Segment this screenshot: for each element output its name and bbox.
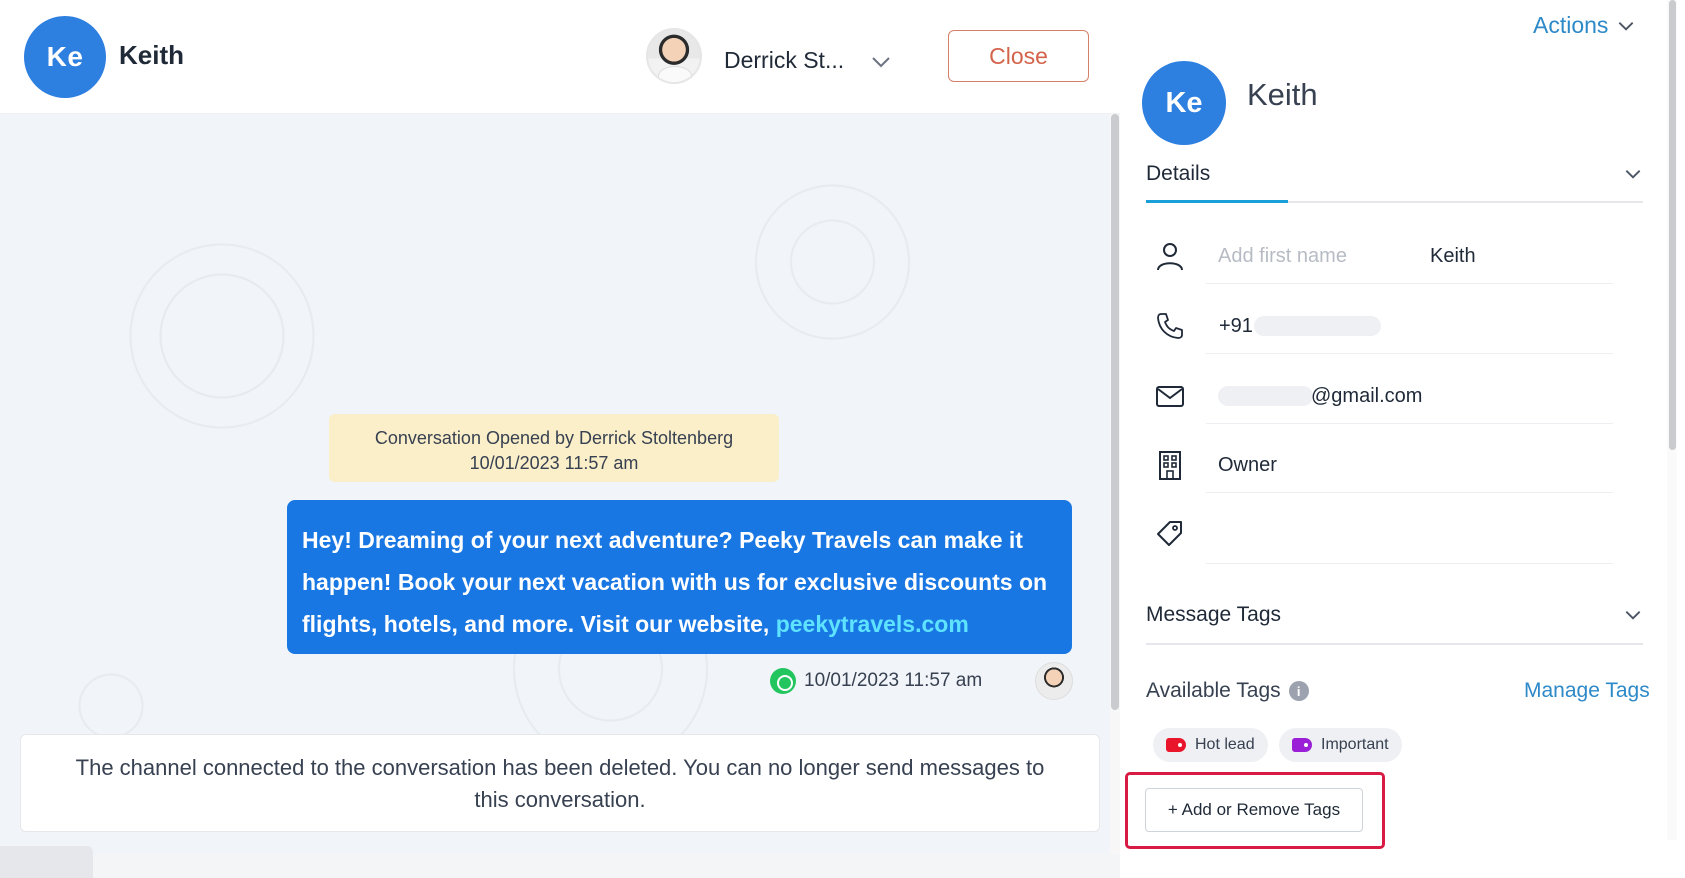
message-timestamp: 10/01/2023 11:57 am xyxy=(804,670,983,691)
mail-icon xyxy=(1156,386,1184,407)
field-divider xyxy=(1206,283,1613,284)
email-field[interactable]: @gmail.com xyxy=(1311,385,1422,408)
message-link[interactable]: peekytravels.com xyxy=(776,611,969,637)
tag-chip-hot-lead[interactable]: Hot lead xyxy=(1153,728,1268,762)
tag-color-icon xyxy=(1292,738,1312,752)
details-scrollbar[interactable] xyxy=(1667,0,1677,840)
available-tags-label: Available Tags i xyxy=(1146,679,1309,703)
horizontal-scrollbar[interactable] xyxy=(93,854,1120,878)
contact-avatar-large: Ke xyxy=(1142,61,1226,145)
actions-label: Actions xyxy=(1533,12,1609,38)
field-divider xyxy=(1206,492,1613,493)
tag-label: Important xyxy=(1321,736,1389,753)
scrollbar-thumb[interactable] xyxy=(1669,0,1676,450)
chevron-down-icon[interactable] xyxy=(869,50,893,74)
actions-dropdown[interactable]: Actions xyxy=(1533,12,1636,39)
person-icon xyxy=(1157,243,1183,271)
whatsapp-icon xyxy=(770,668,796,694)
building-icon xyxy=(1159,451,1181,480)
field-divider xyxy=(1206,353,1613,354)
tag-chip-important[interactable]: Important xyxy=(1279,728,1402,762)
details-tab-underline xyxy=(1146,200,1643,203)
manage-tags-link[interactable]: Manage Tags xyxy=(1524,679,1650,703)
assigned-agent-name[interactable]: Derrick St... xyxy=(724,47,844,74)
message-tags-underline xyxy=(1146,643,1643,645)
scrollbar-thumb[interactable] xyxy=(1111,114,1119,710)
tag-icon xyxy=(1157,521,1182,546)
company-row: Owner xyxy=(1146,437,1643,493)
agent-avatar[interactable] xyxy=(646,28,702,84)
message-meta: 10/01/2023 11:57 am xyxy=(770,668,982,694)
contact-name[interactable]: Keith xyxy=(119,40,184,71)
active-tab-indicator xyxy=(1146,200,1288,203)
field-divider xyxy=(1206,563,1613,564)
first-name-row: Add first name Keith xyxy=(1146,228,1643,284)
available-tags-text: Available Tags xyxy=(1146,679,1281,702)
tag-label: Hot lead xyxy=(1195,736,1255,753)
chevron-down-icon xyxy=(1625,170,1641,179)
tag-color-icon xyxy=(1166,738,1186,752)
message-tags-section-toggle[interactable]: Message Tags xyxy=(1146,601,1643,629)
company-field[interactable]: Owner xyxy=(1218,454,1277,477)
system-note-text: Conversation Opened by Derrick Stoltenbe… xyxy=(374,428,734,448)
details-heading: Details xyxy=(1146,162,1211,185)
conversation-header: Ke Keith Derrick St... Close xyxy=(0,0,1120,114)
field-divider xyxy=(1206,423,1613,424)
conversation-opened-note: Conversation Opened by Derrick Stoltenbe… xyxy=(329,414,779,482)
bottom-tab[interactable] xyxy=(0,846,93,878)
add-or-remove-tags-button[interactable]: + Add or Remove Tags xyxy=(1145,788,1363,832)
redacted-email xyxy=(1218,386,1313,406)
chevron-down-icon xyxy=(1619,21,1634,31)
phone-field[interactable]: +91 xyxy=(1219,315,1253,338)
chat-scrollbar[interactable] xyxy=(1110,114,1120,854)
contact-avatar[interactable]: Ke xyxy=(24,16,106,98)
email-row: @gmail.com xyxy=(1146,368,1643,424)
sender-avatar xyxy=(1035,662,1073,700)
contact-tags-row[interactable] xyxy=(1146,506,1643,564)
close-conversation-button[interactable]: Close xyxy=(948,30,1089,82)
redacted-phone xyxy=(1254,316,1381,336)
phone-icon xyxy=(1157,313,1183,339)
details-section-toggle[interactable]: Details xyxy=(1146,160,1643,188)
chevron-down-icon xyxy=(1625,611,1641,620)
message-tags-heading: Message Tags xyxy=(1146,603,1282,626)
channel-deleted-notice: The channel connected to the conversatio… xyxy=(20,734,1100,832)
info-icon[interactable]: i xyxy=(1288,681,1309,701)
conversation-pane: Ke Keith Derrick St... Close Conversatio… xyxy=(0,0,1120,878)
contact-name-heading: Keith xyxy=(1247,77,1318,112)
phone-row: +91 xyxy=(1146,298,1643,354)
outgoing-message-bubble: Hey! Dreaming of your next adventure? Pe… xyxy=(287,500,1072,654)
first-name-field[interactable]: Add first name xyxy=(1218,245,1347,268)
system-note-timestamp: 10/01/2023 11:57 am xyxy=(469,453,639,473)
first-name-value[interactable]: Keith xyxy=(1430,245,1476,268)
